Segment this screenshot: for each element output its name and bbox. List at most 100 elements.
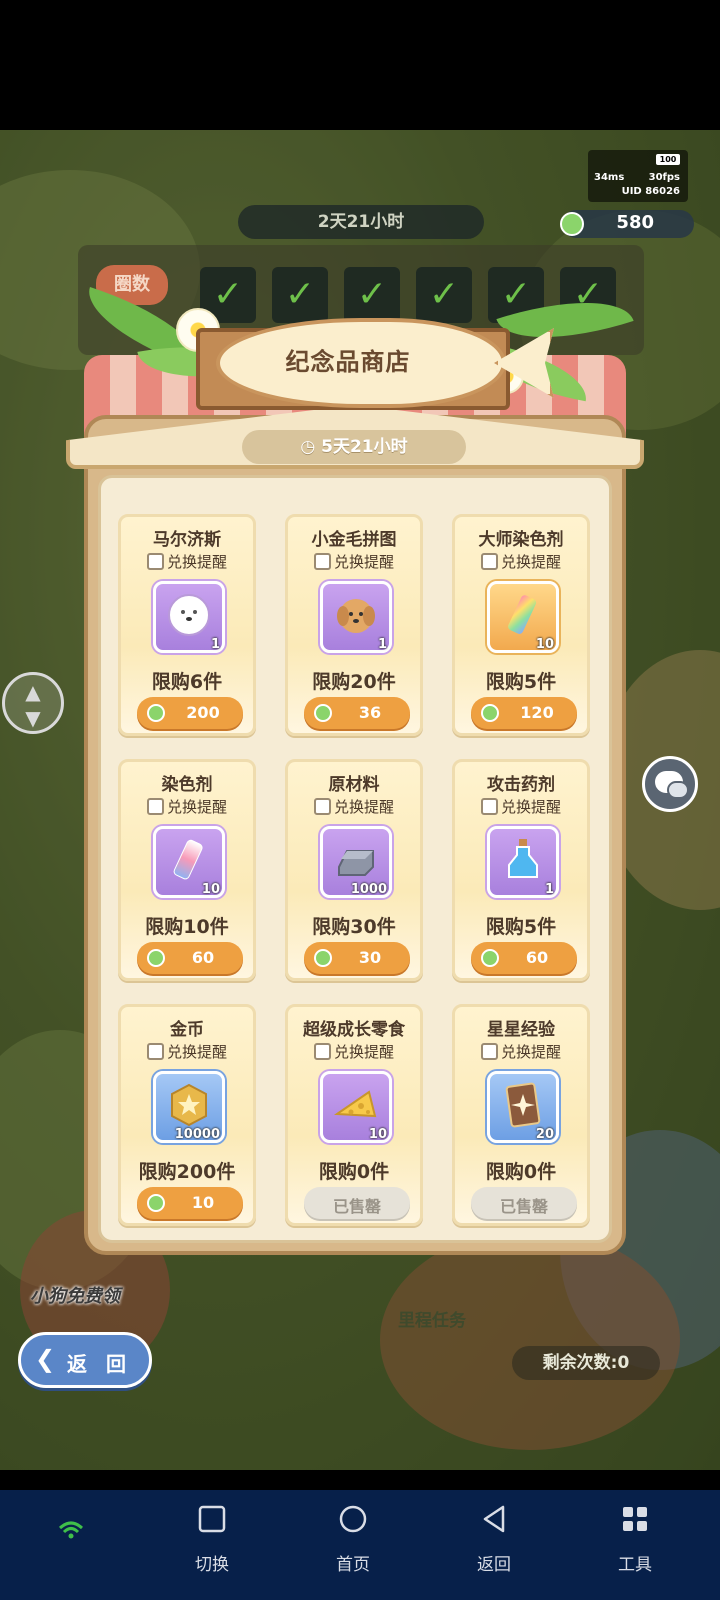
nav-home-label: 首页 bbox=[336, 1555, 370, 1575]
paw-coin-icon bbox=[147, 704, 165, 722]
item-icon-frame[interactable]: 1 bbox=[320, 581, 392, 653]
currency-value: 580 bbox=[616, 212, 654, 233]
shop-item-card: 超级成长零食 兑换提醒 10 限购0件 已售罄 bbox=[285, 1004, 423, 1226]
uid-readout: UID 86026 bbox=[621, 186, 680, 197]
scroll-toggle-button[interactable]: ▲ ▼ bbox=[2, 672, 64, 734]
event-timer: 2天21小时 bbox=[238, 205, 484, 239]
purchase-limit: 限购0件 bbox=[485, 1161, 557, 1183]
network-status: 100 34ms 30fps UID 86026 bbox=[588, 150, 688, 202]
purchase-limit: 限购10件 bbox=[145, 916, 229, 938]
sold-out-button: 已售罄 bbox=[304, 1187, 410, 1219]
wifi-icon bbox=[58, 1521, 84, 1539]
shop-item-card: 小金毛拼图 兑换提醒 1 限购20件 36 bbox=[285, 514, 423, 736]
nav-back-label: 返回 bbox=[477, 1555, 511, 1575]
paw-coin-icon bbox=[314, 949, 332, 967]
shop-timer: ◷ 5天21小时 bbox=[242, 430, 466, 464]
buy-button[interactable]: 36 bbox=[304, 697, 410, 729]
buy-button[interactable]: 30 bbox=[304, 942, 410, 974]
shop-item-card: 染色剂 兑换提醒 10 限购10件 60 bbox=[118, 759, 256, 981]
battery-indicator: 100 bbox=[656, 154, 680, 165]
item-icon-frame[interactable]: 10 bbox=[487, 581, 559, 653]
shop-item-card: 马尔济斯 兑换提醒 1 限购6件 200 bbox=[118, 514, 256, 736]
item-quantity: 20 bbox=[535, 1127, 554, 1142]
golden-retriever-puzzle-icon bbox=[337, 599, 375, 633]
shop-item-card: 星星经验 兑换提醒 20 限购0件 已售罄 bbox=[452, 1004, 590, 1226]
free-dog-label: 小狗免费领 bbox=[30, 1286, 120, 1307]
maltese-dog-icon bbox=[168, 594, 210, 636]
cheese-snack-icon bbox=[334, 1090, 377, 1118]
paw-coin-icon bbox=[314, 704, 332, 722]
purchase-limit: 限购200件 bbox=[138, 1161, 236, 1183]
nav-switch[interactable]: 切换 bbox=[167, 1490, 257, 1600]
item-name: 攻击药剂 bbox=[487, 775, 555, 795]
shop-timer-text: 5天21小时 bbox=[321, 437, 408, 457]
item-icon-frame[interactable]: 1 bbox=[487, 826, 559, 898]
item-icon-frame[interactable]: 20 bbox=[487, 1071, 559, 1143]
item-name: 金币 bbox=[170, 1020, 204, 1040]
nav-home[interactable]: 首页 bbox=[308, 1490, 398, 1600]
paw-coin-icon bbox=[147, 949, 165, 967]
item-quantity: 1 bbox=[210, 637, 220, 652]
item-quantity: 1000 bbox=[350, 882, 387, 897]
item-icon-frame[interactable]: 10000 bbox=[153, 1071, 225, 1143]
paw-coin-icon bbox=[560, 212, 584, 236]
back-button-label: 返 回 bbox=[67, 1352, 132, 1376]
item-icon-frame[interactable]: 1000 bbox=[320, 826, 392, 898]
item-quantity: 10 bbox=[201, 882, 220, 897]
item-quantity: 10000 bbox=[174, 1127, 220, 1142]
chevron-left-icon: ❮ bbox=[35, 1345, 56, 1373]
purchase-limit: 限购20件 bbox=[312, 671, 396, 693]
shop-item-card: 大师染色剂 兑换提醒 10 限购5件 120 bbox=[452, 514, 590, 736]
paw-coin-icon bbox=[147, 1194, 165, 1212]
buy-button[interactable]: 60 bbox=[137, 942, 243, 974]
grid-tools-icon bbox=[623, 1507, 647, 1531]
buy-button[interactable]: 10 bbox=[137, 1187, 243, 1219]
chevron-down-icon: ▼ bbox=[25, 706, 41, 730]
fps-readout: 30fps bbox=[648, 172, 680, 183]
shop-item-card: 原材料 兑换提醒 1000 限购30件 30 bbox=[285, 759, 423, 981]
chevron-up-icon: ▲ bbox=[25, 680, 41, 704]
clock-icon: ◷ bbox=[300, 437, 322, 457]
item-icon-frame[interactable]: 10 bbox=[153, 826, 225, 898]
shop-item-card: 攻击药剂 兑换提醒 1 限购5件 60 bbox=[452, 759, 590, 981]
rainbow-dye-tube-icon bbox=[508, 595, 537, 634]
sold-out-button: 已售罄 bbox=[471, 1187, 577, 1219]
item-quantity: 10 bbox=[535, 637, 554, 652]
nav-tools-label: 工具 bbox=[618, 1555, 652, 1575]
item-name: 星星经验 bbox=[487, 1020, 555, 1040]
dye-tube-icon bbox=[173, 839, 203, 880]
buy-button[interactable]: 120 bbox=[471, 697, 577, 729]
nav-tools[interactable]: 工具 bbox=[590, 1490, 680, 1600]
chat-button[interactable] bbox=[642, 756, 698, 812]
item-name: 原材料 bbox=[328, 775, 380, 795]
remaining-count: 剩余次数:0 bbox=[512, 1346, 660, 1380]
item-name: 大师染色剂 bbox=[478, 530, 564, 550]
star-card-icon bbox=[505, 1082, 541, 1128]
currency-counter: 580 bbox=[560, 210, 694, 238]
buy-button[interactable]: 200 bbox=[137, 697, 243, 729]
screen: { "hud": { "battery": "100", "ping": "34… bbox=[0, 0, 720, 1600]
item-quantity: 10 bbox=[368, 1127, 387, 1142]
buy-button[interactable]: 60 bbox=[471, 942, 577, 974]
gold-coin-icon bbox=[171, 1083, 207, 1127]
potion-bottle-icon bbox=[508, 839, 538, 878]
item-name: 染色剂 bbox=[161, 775, 213, 795]
item-icon-frame[interactable]: 1 bbox=[153, 581, 225, 653]
purchase-limit: 限购6件 bbox=[151, 671, 223, 693]
mileage-task-label: 里程任务 bbox=[398, 1311, 466, 1331]
item-name: 超级成长零食 bbox=[303, 1020, 405, 1040]
square-icon bbox=[198, 1505, 226, 1533]
triangle-back-icon bbox=[483, 1505, 505, 1533]
item-quantity: 1 bbox=[544, 882, 554, 897]
item-quantity: 1 bbox=[377, 637, 387, 652]
item-name: 小金毛拼图 bbox=[311, 530, 397, 550]
nav-switch-label: 切换 bbox=[195, 1555, 229, 1575]
purchase-limit: 限购0件 bbox=[318, 1161, 390, 1183]
metal-ingot-icon bbox=[338, 850, 374, 876]
shop-item-card: 金币 兑换提醒 10000 限购200件 10 bbox=[118, 1004, 256, 1226]
back-button[interactable]: ❮ 返 回 bbox=[18, 1332, 152, 1388]
item-icon-frame[interactable]: 10 bbox=[320, 1071, 392, 1143]
purchase-limit: 限购5件 bbox=[485, 671, 557, 693]
purchase-limit: 限购30件 bbox=[312, 916, 396, 938]
nav-back[interactable]: 返回 bbox=[449, 1490, 539, 1600]
